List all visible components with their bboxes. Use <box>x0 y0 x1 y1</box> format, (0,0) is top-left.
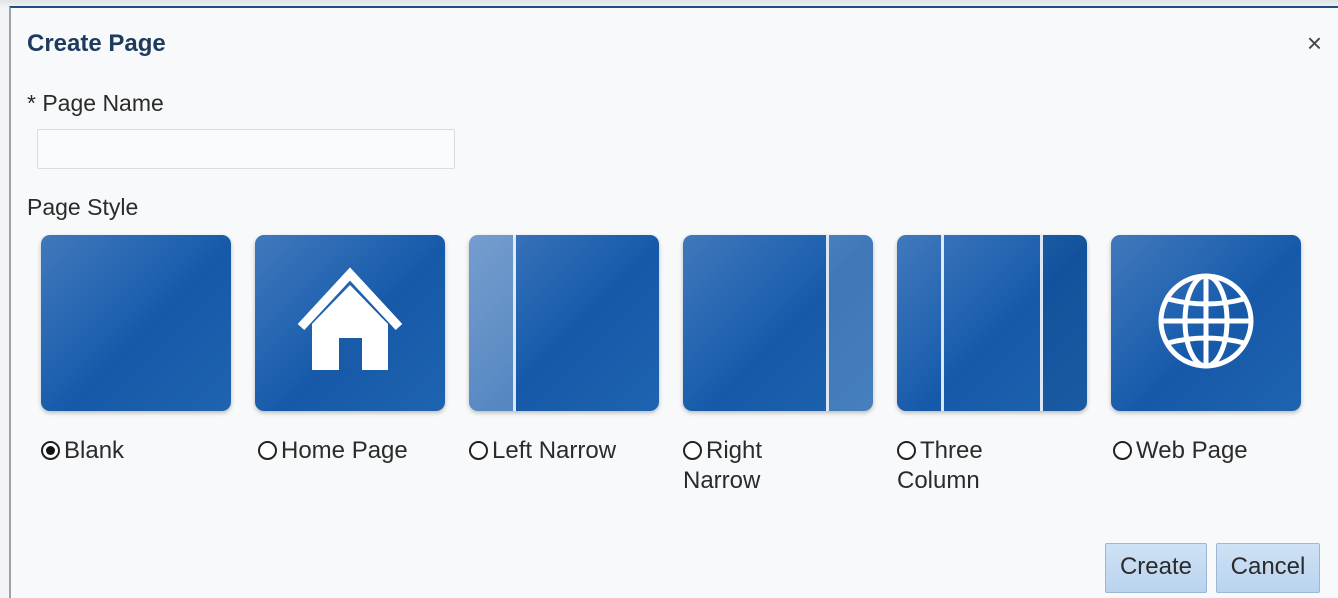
create-button[interactable]: Create <box>1105 543 1207 593</box>
blank-icon <box>41 235 231 411</box>
radio-unchecked-icon[interactable] <box>1113 441 1132 460</box>
right-narrow-option-label-line2: Narrow <box>683 467 761 494</box>
right-narrow-layout-icon <box>826 235 873 411</box>
radio-unchecked-icon[interactable] <box>683 441 702 460</box>
three-column-option-label-line1: Three <box>920 437 983 464</box>
cancel-button[interactable]: Cancel <box>1216 543 1320 593</box>
blank-option-label: Blank <box>64 437 125 464</box>
left-narrow-radio-option[interactable]: Left Narrow <box>469 436 616 466</box>
left-narrow-style-tile[interactable] <box>469 235 659 411</box>
page-name-label: * Page Name <box>27 90 164 116</box>
home-page-option-label: Home Page <box>281 437 408 464</box>
right-narrow-radio-option[interactable]: Right Narrow <box>683 436 762 496</box>
left-narrow-layout-icon <box>469 235 516 411</box>
left-narrow-option-label: Left Narrow <box>492 437 617 464</box>
three-column-radio-option[interactable]: Three Column <box>897 436 983 496</box>
radio-unchecked-icon[interactable] <box>897 441 916 460</box>
dialog-title: Create Page <box>27 30 166 57</box>
radio-unchecked-icon[interactable] <box>258 441 277 460</box>
three-column-option-label-line2: Column <box>897 467 980 494</box>
right-narrow-option-label-line1: Right <box>706 437 763 464</box>
three-column-layout-icon <box>941 235 1087 411</box>
home-page-radio-option[interactable]: Home Page <box>258 436 408 466</box>
close-icon[interactable]: × <box>1307 30 1322 56</box>
create-page-dialog: Create Page × * Page Name Page Style Bla… <box>9 6 1338 598</box>
globe-icon <box>1158 273 1254 369</box>
radio-checked-icon[interactable] <box>41 441 60 460</box>
home-page-style-tile[interactable] <box>255 235 445 411</box>
right-narrow-style-tile[interactable] <box>683 235 873 411</box>
three-column-style-tile[interactable] <box>897 235 1087 411</box>
page-name-input[interactable] <box>37 129 455 169</box>
home-icon <box>297 267 403 370</box>
web-page-radio-option[interactable]: Web Page <box>1113 436 1248 466</box>
radio-unchecked-icon[interactable] <box>469 441 488 460</box>
web-page-style-tile[interactable] <box>1111 235 1301 411</box>
blank-style-tile[interactable] <box>41 235 231 411</box>
web-page-option-label: Web Page <box>1136 437 1248 464</box>
blank-radio-option[interactable]: Blank <box>41 436 124 466</box>
page-style-label: Page Style <box>27 194 139 220</box>
